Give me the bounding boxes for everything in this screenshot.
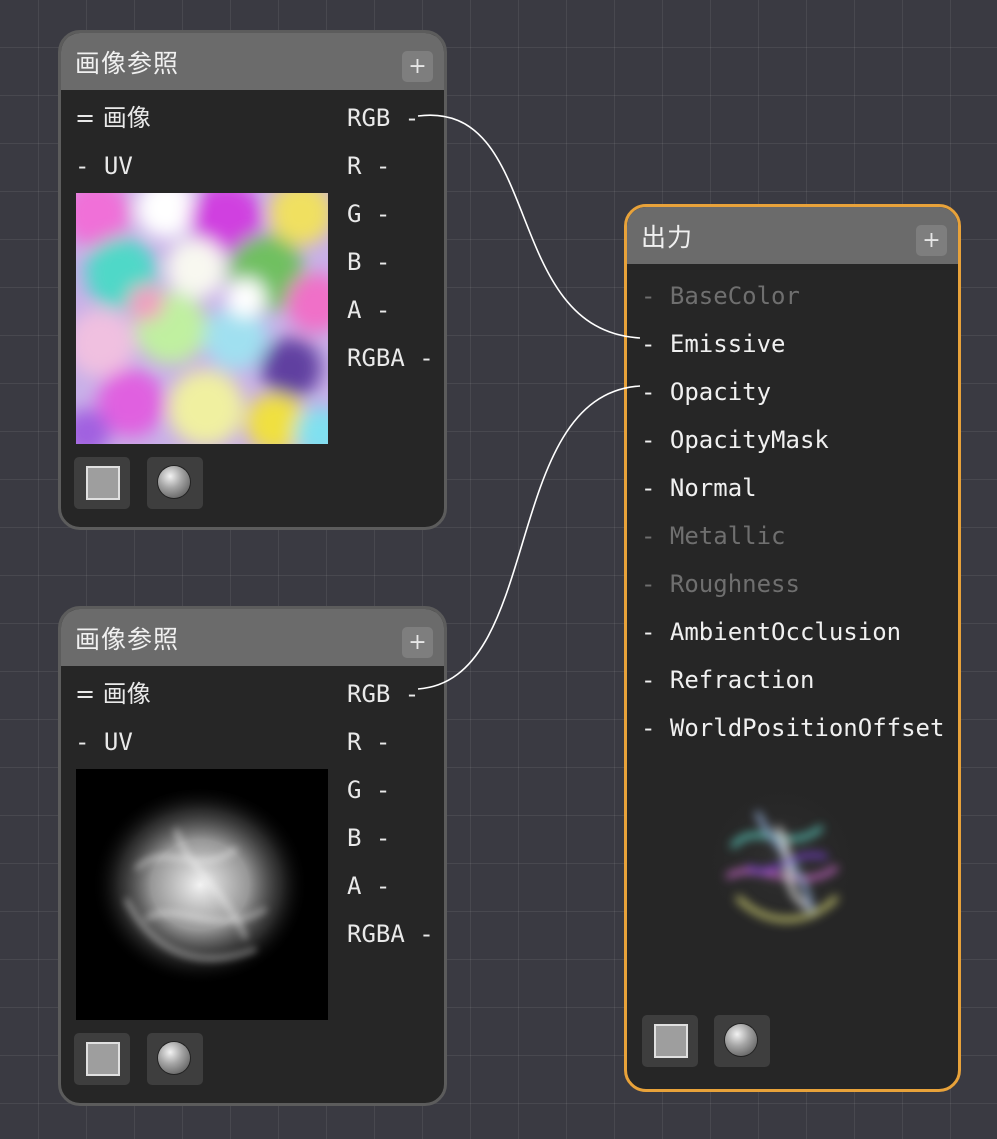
texture-preview-smoke xyxy=(76,769,328,1020)
input-image-slot[interactable]: = 画像 xyxy=(75,679,151,709)
square-icon xyxy=(86,1042,120,1076)
sphere-preview-button[interactable] xyxy=(147,1033,203,1085)
image-reference-node-1[interactable]: 画像参照 + = 画像 - UV RGB - R - G - B - A - R… xyxy=(58,30,447,530)
node-title: 画像参照 xyxy=(75,48,180,78)
sphere-preview-button[interactable] xyxy=(714,1015,770,1067)
image-reference-node-2[interactable]: 画像参照 + = 画像 - UV RGB - R - G - B - A - R… xyxy=(58,606,447,1106)
output-node[interactable]: 出力 + - BaseColor - Emissive - Opacity - … xyxy=(624,204,961,1092)
add-button[interactable]: + xyxy=(402,627,433,658)
output-r[interactable]: R - xyxy=(347,151,390,181)
node-title: 出力 xyxy=(641,222,694,252)
input-image-slot[interactable]: = 画像 xyxy=(75,103,151,133)
output-a[interactable]: A - xyxy=(347,871,390,901)
sphere-preview-button[interactable] xyxy=(147,457,203,509)
slot-opacity-mask[interactable]: - OpacityMask xyxy=(641,425,829,455)
output-b[interactable]: B - xyxy=(347,823,390,853)
output-rgba[interactable]: RGBA - xyxy=(347,343,434,373)
sphere-icon xyxy=(158,1042,190,1074)
node-title: 画像参照 xyxy=(75,624,180,654)
slot-opacity[interactable]: - Opacity xyxy=(641,377,771,407)
plane-preview-button[interactable] xyxy=(74,1033,130,1085)
input-uv-slot[interactable]: - UV xyxy=(75,151,133,181)
slot-metallic[interactable]: - Metallic xyxy=(641,521,786,551)
output-rgb[interactable]: RGB - xyxy=(347,103,419,133)
plane-preview-button[interactable] xyxy=(642,1015,698,1067)
slot-normal[interactable]: - Normal xyxy=(641,473,757,503)
slot-base-color[interactable]: - BaseColor xyxy=(641,281,800,311)
output-b[interactable]: B - xyxy=(347,247,390,277)
square-icon xyxy=(86,466,120,500)
slot-ambient-occlusion[interactable]: - AmbientOcclusion xyxy=(641,617,901,647)
wire-rgb-to-opacity[interactable] xyxy=(417,385,641,690)
sphere-icon xyxy=(725,1024,757,1056)
material-result-preview xyxy=(687,767,877,957)
input-uv-slot[interactable]: - UV xyxy=(75,727,133,757)
output-rgb[interactable]: RGB - xyxy=(347,679,419,709)
input-image-label: = 画像 xyxy=(75,680,151,708)
add-button[interactable]: + xyxy=(916,225,947,256)
slot-world-position-offset[interactable]: - WorldPositionOffset xyxy=(641,713,944,743)
input-image-label: = 画像 xyxy=(75,104,151,132)
slot-roughness[interactable]: - Roughness xyxy=(641,569,800,599)
output-a[interactable]: A - xyxy=(347,295,390,325)
output-r[interactable]: R - xyxy=(347,727,390,757)
node-header[interactable]: 画像参照 + xyxy=(61,609,444,666)
add-button[interactable]: + xyxy=(402,51,433,82)
wire-rgb-to-emissive[interactable] xyxy=(417,114,641,339)
slot-refraction[interactable]: - Refraction xyxy=(641,665,814,695)
slot-emissive[interactable]: - Emissive xyxy=(641,329,786,359)
output-g[interactable]: G - xyxy=(347,775,390,805)
output-rgba[interactable]: RGBA - xyxy=(347,919,434,949)
node-header[interactable]: 出力 + xyxy=(627,207,958,264)
node-header[interactable]: 画像参照 + xyxy=(61,33,444,90)
texture-preview-color-noise xyxy=(76,193,328,444)
output-g[interactable]: G - xyxy=(347,199,390,229)
plane-preview-button[interactable] xyxy=(74,457,130,509)
square-icon xyxy=(654,1024,688,1058)
sphere-icon xyxy=(158,466,190,498)
